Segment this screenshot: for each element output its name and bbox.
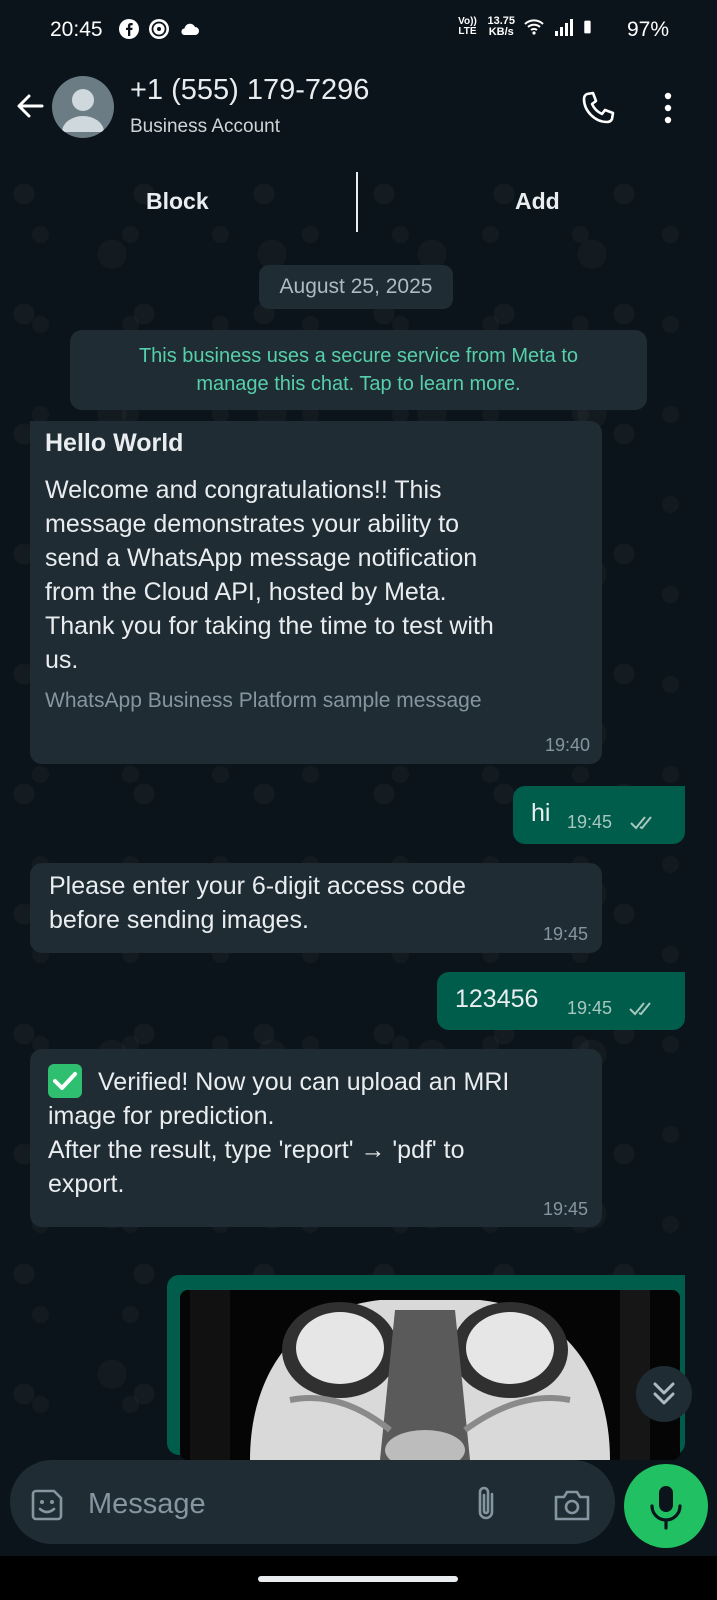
add-contact-button[interactable]: Add bbox=[515, 188, 560, 215]
message-footer: WhatsApp Business Platform sample messag… bbox=[45, 689, 482, 712]
network-type-label: Vo)) LTE bbox=[458, 16, 477, 37]
network-speed: 13.75 KB/s bbox=[487, 15, 515, 38]
secure-service-notice[interactable]: This business uses a secure service from… bbox=[70, 330, 647, 410]
mri-image[interactable] bbox=[180, 1290, 680, 1460]
avatar[interactable] bbox=[52, 76, 114, 138]
wifi-icon bbox=[524, 19, 544, 35]
message-time: 19:45 bbox=[567, 998, 613, 1018]
message-time: 19:45 bbox=[542, 924, 588, 944]
battery-icon bbox=[584, 20, 591, 34]
home-gesture-handle[interactable] bbox=[258, 1576, 458, 1582]
outgoing-message[interactable]: hi 19:45 bbox=[513, 786, 685, 844]
battery-percent: 97% bbox=[626, 18, 669, 41]
default-avatar-icon bbox=[62, 89, 104, 132]
camera-icon[interactable] bbox=[552, 1488, 592, 1524]
read-receipt-icon bbox=[629, 1002, 651, 1016]
message-body: Verified! Now you can upload an MRI imag… bbox=[48, 1068, 510, 1198]
message-body: Please enter your 6-digit access code be… bbox=[49, 872, 466, 934]
message-title: Hello World bbox=[45, 429, 184, 457]
outgoing-message[interactable]: 123456 19:45 bbox=[437, 972, 685, 1030]
double-chevron-down-icon bbox=[653, 1382, 675, 1405]
incoming-message[interactable]: Please enter your 6-digit access code be… bbox=[30, 863, 602, 953]
microphone-icon bbox=[650, 1486, 682, 1530]
message-time: 19:45 bbox=[567, 812, 613, 832]
phone-call-icon[interactable] bbox=[578, 88, 618, 128]
notice-line: manage this chat. Tap to learn more. bbox=[196, 373, 521, 395]
contact-name[interactable]: +1 (555) 179-7296 bbox=[130, 74, 369, 107]
action-divider bbox=[356, 172, 358, 232]
date-chip: August 25, 2025 bbox=[259, 265, 453, 309]
incoming-message[interactable]: Hello World Welcome and congratulations!… bbox=[30, 421, 602, 764]
notice-line: This business uses a secure service from… bbox=[138, 345, 579, 367]
message-body: 123456 bbox=[455, 985, 539, 1013]
mri-scan-picture bbox=[180, 1290, 680, 1460]
message-body: hi bbox=[531, 799, 551, 827]
read-receipt-icon bbox=[630, 816, 652, 830]
message-time: 19:45 bbox=[542, 1199, 588, 1219]
facebook-icon bbox=[119, 19, 139, 39]
cloud-icon bbox=[181, 23, 199, 35]
whatsapp-icon bbox=[149, 19, 169, 39]
status-system-icons: Vo)) LTE 13.75 KB/s bbox=[455, 16, 655, 38]
voice-message-button[interactable] bbox=[624, 1464, 708, 1548]
chat-header: +1 (555) 179-7296 Business Account bbox=[0, 60, 717, 158]
status-bar: 20:45 Vo)) LTE 13.75 KB/s 97% bbox=[0, 0, 717, 60]
signal-icon bbox=[555, 19, 573, 36]
message-input[interactable] bbox=[88, 1484, 438, 1524]
sticker-emoji-icon[interactable] bbox=[30, 1488, 64, 1522]
contact-subtitle[interactable]: Business Account bbox=[130, 116, 280, 138]
status-notification-icons bbox=[118, 18, 200, 40]
block-button[interactable]: Block bbox=[146, 188, 209, 215]
attachment-paperclip-icon[interactable] bbox=[470, 1484, 504, 1524]
status-time: 20:45 bbox=[50, 18, 103, 41]
incoming-message[interactable]: Verified! Now you can upload an MRI imag… bbox=[30, 1049, 602, 1227]
scroll-to-bottom-button[interactable] bbox=[636, 1366, 692, 1422]
unknown-contact-actions: Block Add bbox=[0, 158, 717, 242]
back-arrow-icon[interactable] bbox=[12, 88, 48, 124]
message-body: Welcome and congratulations!! This messa… bbox=[45, 476, 494, 674]
message-time: 19:40 bbox=[544, 735, 590, 755]
more-options-icon[interactable] bbox=[658, 88, 678, 128]
